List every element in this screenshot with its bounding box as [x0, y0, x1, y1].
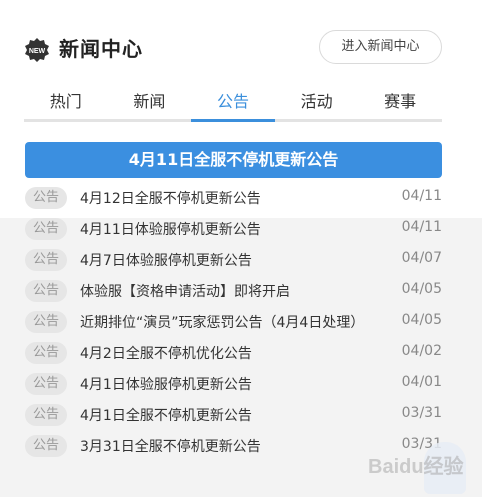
- news-tabs: 热门 新闻 公告 活动 赛事: [24, 88, 442, 122]
- featured-announcement-button[interactable]: 4月11日全服不停机更新公告: [25, 142, 442, 178]
- news-title[interactable]: 近期排位“演员”玩家惩罚公告（4月4日处理）: [80, 312, 364, 332]
- news-title[interactable]: 体验服【资格申请活动】即将开启: [80, 281, 290, 301]
- news-date: 03/31: [401, 405, 442, 421]
- tab-tournaments[interactable]: 赛事: [358, 88, 442, 119]
- tab-events[interactable]: 活动: [275, 88, 359, 119]
- category-badge: 公告: [25, 404, 67, 426]
- category-badge: 公告: [25, 373, 67, 395]
- category-badge: 公告: [25, 435, 67, 457]
- list-item[interactable]: 公告 3月31日全服不停机更新公告 03/31: [25, 431, 442, 462]
- news-date: 04/01: [401, 374, 442, 390]
- category-badge: 公告: [25, 280, 67, 302]
- new-badge-icon: NEW: [24, 37, 50, 63]
- news-date: 03/31: [401, 436, 442, 452]
- category-badge: 公告: [25, 311, 67, 333]
- news-title[interactable]: 4月2日全服不停机优化公告: [80, 343, 252, 363]
- news-date: 04/05: [401, 281, 442, 297]
- list-item[interactable]: 公告 4月1日全服不停机更新公告 03/31: [25, 400, 442, 431]
- news-title[interactable]: 3月31日全服不停机更新公告: [80, 436, 261, 456]
- news-date: 04/05: [401, 312, 442, 328]
- tab-news[interactable]: 新闻: [108, 88, 192, 119]
- news-center-header: NEW 新闻中心 进入新闻中心: [24, 30, 444, 66]
- enter-news-center-button[interactable]: 进入新闻中心: [319, 30, 442, 64]
- tab-hot[interactable]: 热门: [24, 88, 108, 119]
- news-title[interactable]: 4月7日体验服停机更新公告: [80, 250, 252, 270]
- news-list: 公告 4月12日全服不停机更新公告 04/11 公告 4月11日体验服停机更新公…: [25, 183, 442, 462]
- list-item[interactable]: 公告 体验服【资格申请活动】即将开启 04/05: [25, 276, 442, 307]
- category-badge: 公告: [25, 342, 67, 364]
- list-item[interactable]: 公告 4月7日体验服停机更新公告 04/07: [25, 245, 442, 276]
- news-title[interactable]: 4月11日体验服停机更新公告: [80, 219, 261, 239]
- news-title[interactable]: 4月1日体验服停机更新公告: [80, 374, 252, 394]
- category-badge: 公告: [25, 249, 67, 271]
- tab-announcements[interactable]: 公告: [191, 88, 275, 122]
- news-date: 04/07: [401, 250, 442, 266]
- page-title: 新闻中心: [59, 37, 143, 61]
- news-date: 04/11: [401, 219, 442, 235]
- list-item[interactable]: 公告 4月11日体验服停机更新公告 04/11: [25, 214, 442, 245]
- list-item[interactable]: 公告 近期排位“演员”玩家惩罚公告（4月4日处理） 04/05: [25, 307, 442, 338]
- list-item[interactable]: 公告 4月2日全服不停机优化公告 04/02: [25, 338, 442, 369]
- news-date: 04/11: [401, 188, 442, 204]
- list-item[interactable]: 公告 4月1日体验服停机更新公告 04/01: [25, 369, 442, 400]
- category-badge: 公告: [25, 218, 67, 240]
- news-title[interactable]: 4月1日全服不停机更新公告: [80, 405, 252, 425]
- news-title[interactable]: 4月12日全服不停机更新公告: [80, 188, 261, 208]
- category-badge: 公告: [25, 187, 67, 209]
- new-badge-label: NEW: [29, 48, 46, 55]
- list-item[interactable]: 公告 4月12日全服不停机更新公告 04/11: [25, 183, 442, 214]
- news-date: 04/02: [401, 343, 442, 359]
